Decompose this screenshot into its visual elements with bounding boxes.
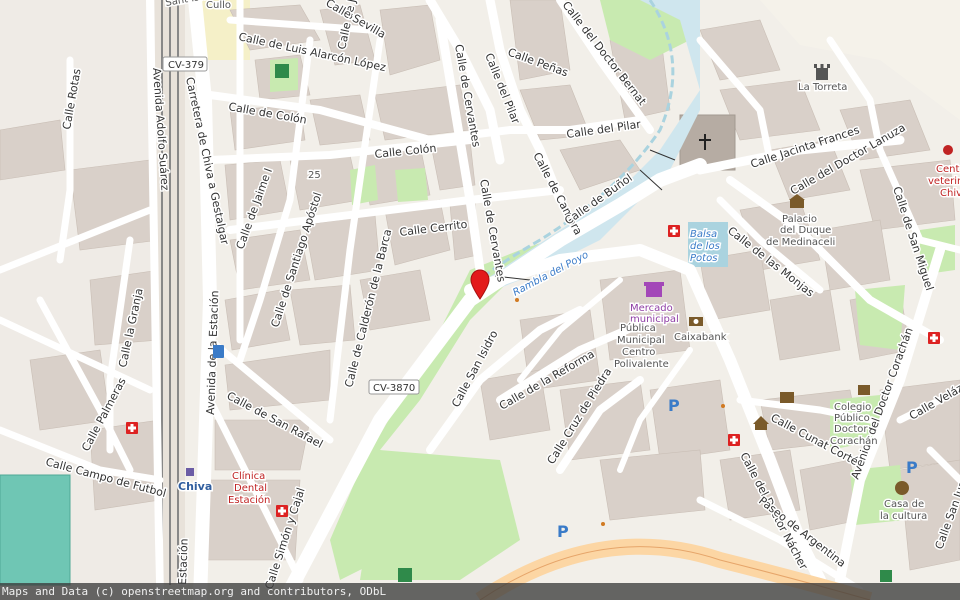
playground-icon: [275, 64, 289, 78]
market-icon: [644, 282, 664, 297]
parking-icon: P: [906, 458, 918, 477]
road-ref-cv3870: CV-3870: [368, 379, 420, 395]
playground-icon: [398, 568, 412, 582]
poi-label-publica: Pública: [620, 322, 656, 334]
poi-label-torreta: La Torreta: [798, 82, 847, 93]
poi-label-clinica: Clínica: [232, 470, 265, 482]
poi-label-palacio: de Medinaceli: [766, 237, 835, 248]
sports-pitch: [0, 474, 71, 586]
poi-label-cullo: Cullo: [206, 0, 231, 11]
map-view[interactable]: CV-379 CV-3870 Calle de Luis Alarcón Lóp…: [0, 0, 960, 600]
parking-icon: P: [557, 522, 569, 541]
street-label: Estación: [176, 538, 191, 585]
poi-label-caixabank: Caixabank: [674, 332, 727, 343]
bank-icon: [689, 317, 703, 326]
house-number: 25: [308, 170, 321, 181]
poi-label-publica: Polivalente: [614, 359, 669, 370]
pharmacy-icon: [728, 434, 740, 446]
rail-station-icon: [186, 468, 194, 476]
poi-label-clinica: Estación: [228, 494, 270, 506]
pharmacy-icon: [668, 225, 680, 237]
poi-label-vet: Chiv: [940, 188, 960, 199]
pharmacy-icon: [126, 422, 138, 434]
poi-dot: [515, 298, 519, 302]
map-attribution: Maps and Data (c) openstreetmap.org and …: [0, 583, 960, 600]
poi-label-casa-cultura: la cultura: [880, 511, 927, 522]
poi-label-publica: Municipal: [617, 335, 665, 346]
parking-icon: P: [668, 396, 680, 415]
poi-dot: [601, 522, 605, 526]
school-icon: [858, 385, 870, 395]
road-ref-cv379: CV-379: [162, 56, 208, 72]
culture-icon: [895, 481, 909, 495]
station-label: Chiva: [178, 480, 212, 493]
poi-label-colegio: Doctor: [834, 424, 868, 435]
poi-label-colegio: Colegio: [834, 402, 871, 413]
poi-dot: [721, 404, 725, 408]
poi-label-vet: Cent: [936, 164, 959, 175]
poi-label-casa-cultura: Casa de: [884, 499, 924, 510]
cinema-icon: [780, 392, 794, 403]
playground-icon: [880, 570, 892, 582]
fuel-icon: [213, 345, 224, 358]
pharmacy-icon: [928, 332, 940, 344]
poi-label-balsa: de los: [690, 241, 720, 252]
svg-text:CV-379: CV-379: [168, 60, 204, 71]
poi-label-palacio: Palacio: [782, 214, 817, 225]
svg-text:CV-3870: CV-3870: [373, 383, 415, 394]
poi-label-palacio: del Duque: [780, 225, 831, 236]
poi-label-colegio: Público: [834, 412, 870, 424]
poi-label-balsa: Potos: [690, 253, 717, 264]
poi-label-balsa: Balsa: [690, 229, 717, 240]
poi-label-publica: Centro: [622, 347, 655, 358]
poi-label-mercado: Mercado: [630, 303, 673, 314]
vet-icon: [943, 145, 953, 155]
poi-label-clinica: Dental: [234, 483, 267, 494]
map-canvas[interactable]: CV-379 CV-3870 Calle de Luis Alarcón Lóp…: [0, 0, 960, 600]
pharmacy-icon: [276, 505, 288, 517]
poi-label-vet: veterin: [928, 176, 960, 187]
poi-label-colegio: Corachán: [830, 435, 878, 447]
tower-icon: [814, 64, 830, 80]
